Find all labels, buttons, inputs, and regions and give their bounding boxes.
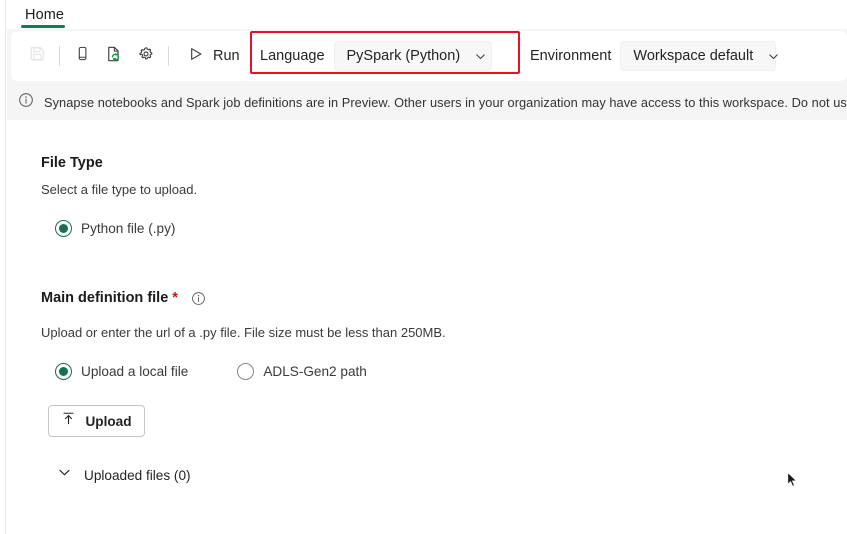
preview-banner: Synapse notebooks and Spark job definiti…: [7, 84, 847, 120]
app-root: Home Run Language PySpark (Python) Envir…: [0, 0, 847, 534]
file-type-radio-group: Python file (.py): [55, 220, 175, 237]
preview-banner-message: Synapse notebooks and Spark job definiti…: [44, 94, 847, 110]
language-value: PySpark (Python): [346, 48, 461, 64]
main-definition-file-title: Main definition file: [41, 290, 169, 306]
radio-upload-local-file-indicator[interactable]: [55, 363, 72, 380]
left-rail: [0, 0, 6, 534]
publish-button[interactable]: [98, 40, 130, 72]
mobile-icon: [74, 45, 91, 67]
language-label: Language: [260, 48, 325, 64]
toolbar-surface: Run Language PySpark (Python) Environmen…: [11, 31, 847, 81]
chevron-down-icon: [474, 50, 487, 63]
file-type-description: Select a file type to upload.: [41, 182, 198, 197]
radio-python-file[interactable]: Python file (.py): [55, 220, 175, 237]
main-definition-file-description: Upload or enter the url of a .py file. F…: [41, 325, 446, 340]
upload-button-label: Upload: [85, 413, 132, 429]
upload-button[interactable]: Upload: [48, 405, 145, 437]
radio-adls-gen2-path-indicator[interactable]: [237, 363, 255, 380]
chevron-down-icon: [767, 50, 780, 63]
save-icon: [29, 45, 46, 67]
settings-button[interactable]: [130, 40, 162, 72]
play-triangle-icon: [187, 45, 205, 68]
info-circle-icon[interactable]: [191, 291, 206, 306]
radio-upload-local-file[interactable]: Upload a local file: [55, 363, 188, 380]
upload-arrow-icon: [61, 411, 76, 431]
publish-refresh-icon: [105, 45, 123, 68]
radio-python-file-indicator[interactable]: [55, 220, 72, 237]
file-type-title: File Type: [41, 155, 103, 171]
tab-home-label: Home: [25, 6, 65, 23]
uploaded-files-label: Uploaded files (0): [84, 467, 191, 483]
radio-upload-local-file-label: Upload a local file: [81, 364, 189, 379]
toolbar-separator-2: [168, 46, 169, 66]
info-circle-icon: [18, 92, 34, 113]
toolbar-separator-1: [59, 46, 60, 66]
chevron-down-icon: [57, 465, 72, 485]
save-button[interactable]: [21, 40, 53, 72]
run-button[interactable]: Run: [181, 40, 250, 72]
main-definition-file-title-row: Main definition file *: [41, 290, 206, 306]
language-field: Language PySpark (Python): [260, 40, 492, 72]
language-dropdown[interactable]: PySpark (Python): [333, 41, 492, 71]
gear-icon: [137, 45, 155, 68]
radio-python-file-label: Python file (.py): [81, 221, 176, 236]
tab-home-active-indicator: [21, 25, 65, 28]
environment-value: Workspace default: [633, 48, 754, 64]
environment-dropdown[interactable]: Workspace default: [620, 41, 778, 71]
radio-adls-gen2-path[interactable]: ADLS-Gen2 path: [237, 363, 367, 380]
main-definition-file-radio-group: Upload a local file ADLS-Gen2 path: [55, 363, 367, 380]
run-button-label: Run: [213, 48, 240, 64]
job-definition-form: File Type Select a file type to upload. …: [7, 120, 847, 534]
environment-label: Environment: [530, 48, 612, 64]
mobile-view-button[interactable]: [66, 40, 98, 72]
environment-field: Environment Workspace default: [530, 40, 778, 72]
toolbar-band: Run Language PySpark (Python) Environmen…: [7, 29, 847, 84]
required-marker: *: [172, 290, 178, 306]
ribbon-tabstrip: Home: [7, 0, 847, 29]
radio-adls-gen2-path-label: ADLS-Gen2 path: [263, 364, 367, 379]
uploaded-files-toggle[interactable]: Uploaded files (0): [57, 465, 191, 485]
